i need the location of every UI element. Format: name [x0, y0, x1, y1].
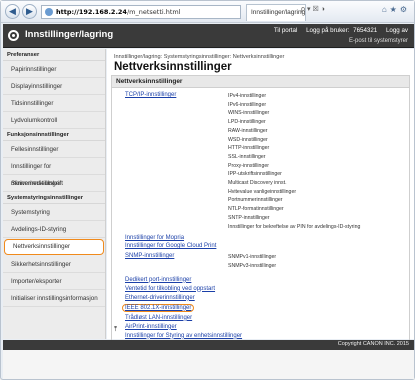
- browser-tab[interactable]: Innstillinger/lagring: [246, 4, 306, 21]
- email-admin-link[interactable]: E-post til systemstyrer: [349, 38, 408, 44]
- portal-link[interactable]: Til portal: [274, 27, 298, 34]
- settings-row: Ethernet-driverinnstillinger: [112, 295, 409, 301]
- sidebar-item-import-export[interactable]: Importer/eksporter: [3, 273, 105, 290]
- browser-icons[interactable]: ⌂★⚙: [382, 5, 410, 14]
- back-button[interactable]: ◀: [5, 4, 20, 19]
- sidebar-item-department-id[interactable]: Avdelings-ID-styring: [3, 221, 105, 238]
- sidebar-item-initialize[interactable]: Initialiser innstillingsinformasjon: [3, 290, 105, 307]
- settings-row: Ventetid for tilkobling ved oppstart: [112, 286, 409, 292]
- browser-window: ◀ ▶ http://192.168.2.24/m_netsetti.html …: [0, 0, 415, 380]
- app-header: Innstillinger/lagring Til portal Logg på…: [3, 24, 414, 48]
- network-section: Nettverksinnstillinger TCP/IP-innstillin…: [111, 75, 410, 343]
- breadcrumb: Innstillinger/lagring: Systemstyringsinn…: [114, 54, 285, 60]
- sidebar-item-time[interactable]: Tidsinnstillinger: [3, 95, 105, 112]
- sub-setting-label: HTTP-innstillinger: [228, 145, 270, 152]
- user-id: 7654321: [353, 27, 378, 34]
- sub-setting-label: SNMPv3-innstillinger: [228, 262, 277, 269]
- ieee-8021x-link[interactable]: IEEE 802.1X-innstillinger: [122, 303, 194, 312]
- sub-setting-label: Portnummerinnstillinger: [228, 197, 283, 204]
- header-links: Til portal Logg på bruker: 7654321 Logg …: [267, 27, 408, 34]
- app-title: Innstillinger/lagring: [25, 29, 114, 40]
- footer: Copyright CANON INC. 2015: [3, 340, 414, 350]
- login-user-label: Logg på bruker:: [306, 27, 350, 34]
- settings-link[interactable]: Innstillinger for Styring av enhetsinnst…: [125, 333, 242, 339]
- address-tools[interactable]: ρ▾☒◑: [301, 5, 327, 13]
- sidebar-item-common[interactable]: Fellesinnstillinger: [3, 141, 105, 158]
- settings-row: IEEE 802.1X-innstillinger: [112, 303, 409, 312]
- sidebar-item-memory-media[interactable]: Innstillinger for minnemedieutskrift: [3, 158, 105, 187]
- sub-setting-label: IPv4-innstillinger: [228, 93, 267, 99]
- browser-toolbar: ◀ ▶ http://192.168.2.24/m_netsetti.html …: [1, 1, 414, 23]
- sub-settings-list: SNMPv1-innstillinger SNMPv3-innstillinger: [228, 253, 276, 270]
- sidebar-item-security[interactable]: Sikkerhetsinnstillinger: [3, 256, 105, 273]
- settings-link[interactable]: Trådløst LAN-innstillinger: [125, 315, 228, 321]
- sub-setting-label: WINS-innstillinger: [228, 110, 270, 117]
- sidebar-item-volume[interactable]: Lydvolumkontroll: [3, 112, 105, 129]
- url-host: http://192.168.2.24: [56, 8, 127, 16]
- settings-list: TCP/IP-innstillinger IPv4-innstillinger IP…: [112, 88, 409, 342]
- settings-row: Innstillinger for Mopria: [112, 235, 409, 241]
- main-content: Innstillinger/lagring: Systemstyringsinn…: [107, 49, 414, 343]
- sub-setting-label: LPD-innstillinger: [228, 119, 266, 126]
- address-bar[interactable]: http://192.168.2.24/m_netsetti.html: [41, 5, 241, 19]
- logout-link[interactable]: Logg av: [386, 27, 408, 34]
- sub-setting-label: NTLP-formatinnstillinger: [228, 206, 284, 213]
- settings-row: Dedikert port-innstillinger: [112, 277, 409, 283]
- sidebar: Preferanser Papirinnstillinger Displayin…: [3, 49, 106, 339]
- settings-link[interactable]: Ventetid for tilkobling ved oppstart: [125, 286, 228, 292]
- page-title: Nettverksinnstillinger: [114, 61, 232, 73]
- settings-row: Innstillinger for Google Cloud Print: [112, 243, 409, 249]
- settings-link[interactable]: SNMP-innstillinger: [125, 253, 228, 270]
- url-path: /m_netsetti.html: [126, 8, 181, 16]
- section-heading: Nettverksinnstillinger: [112, 76, 409, 88]
- tab-label: Innstillinger/lagring: [251, 9, 306, 16]
- sub-setting-label: Proxy-innstillinger: [228, 162, 269, 169]
- sidebar-item-printer[interactable]: Skriverinnstillinger: [3, 175, 105, 192]
- sidebar-item-display[interactable]: Displayinnstillinger: [3, 78, 105, 95]
- sidebar-item-network[interactable]: Nettverksinnstillinger: [4, 239, 104, 255]
- sub-setting-label: Multicast Discovery innst.: [228, 180, 287, 187]
- sidebar-item-system-management[interactable]: Systemstyring: [3, 204, 105, 221]
- sidebar-heading-functions: Funksjonsinnstillinger: [3, 129, 105, 141]
- page-bottom: [3, 350, 414, 379]
- page-icon: [45, 8, 53, 16]
- settings-row: Innstillinger for Styring av enhetsinnst…: [112, 333, 409, 339]
- settings-link[interactable]: Dedikert port-innstillinger: [125, 277, 228, 283]
- sub-setting-label: IPv6-innstillinger: [228, 101, 267, 108]
- copyright: Copyright CANON INC. 2015: [337, 341, 409, 347]
- settings-link[interactable]: TCP/IP-innstillinger: [125, 92, 228, 231]
- sub-setting-label: WSD-innstillinger: [228, 136, 268, 143]
- settings-link[interactable]: Innstillinger for Google Cloud Print: [125, 243, 228, 249]
- sub-settings-list: IPv4-innstillinger IPv6-innstillinger WINS…: [228, 92, 360, 231]
- sidebar-item-paper[interactable]: Papirinnstillinger: [3, 61, 105, 78]
- sidebar-heading-preferences: Preferanser: [3, 49, 105, 61]
- forward-button[interactable]: ▶: [22, 4, 37, 19]
- settings-link[interactable]: Innstillinger for Mopria: [125, 235, 228, 241]
- sub-setting-label: SNMPv1-innstillinger: [228, 254, 277, 261]
- settings-row: SNMP-innstillinger SNMPv1-innstillinger SN…: [112, 253, 409, 270]
- sidebar-heading-system: Systemstyringsinnstillinger: [3, 192, 105, 204]
- settings-row: TCP/IP-innstillinger IPv4-innstillinger IP…: [112, 92, 409, 231]
- sub-setting-label: Innstillinger for bekreftelse av PIN for…: [228, 223, 361, 230]
- sub-setting-label: IPP-utskriftsinnstillinger: [228, 171, 282, 178]
- sub-setting-label: RAW-innstillinger: [228, 127, 268, 134]
- sub-setting-label: SSL-innstillinger: [228, 153, 266, 160]
- app-logo-icon: [8, 30, 19, 41]
- scroll-top-icon[interactable]: ⤒: [114, 326, 117, 334]
- settings-link[interactable]: AirPrint-innstillinger: [125, 324, 228, 330]
- settings-row: Trådløst LAN-innstillinger: [112, 315, 409, 321]
- settings-link[interactable]: Ethernet-driverinnstillinger: [125, 295, 228, 301]
- settings-row: AirPrint-innstillinger: [112, 324, 409, 330]
- sub-setting-label: Hvitevalue vanlige­innstillinger: [228, 188, 297, 195]
- sub-setting-label: SNTP-innstillinger: [228, 214, 270, 221]
